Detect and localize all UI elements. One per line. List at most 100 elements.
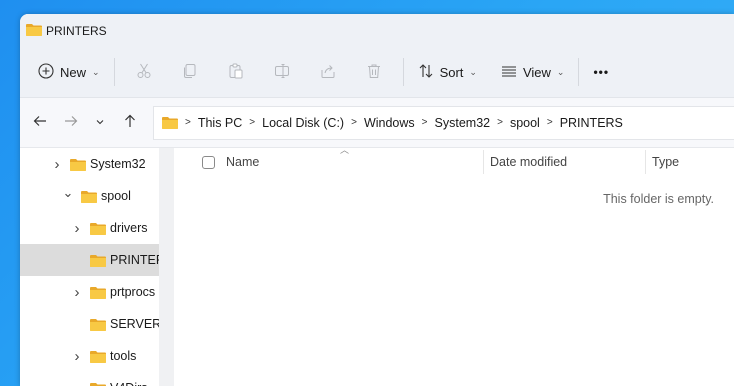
chevron-down-icon: ⌄ <box>556 66 565 77</box>
command-bar: New ⌄ Sort ⌄ View ⌄ ••• <box>20 47 734 98</box>
tree-item-spool[interactable]: ⌄ spool <box>20 180 174 212</box>
address-bar[interactable]: > This PC > Local Disk (C:) > Windows > … <box>153 105 734 140</box>
tree-item-system32[interactable]: › System32 <box>20 148 174 180</box>
navigation-pane: › System32 ⌄ spool › drivers PRINTERS › prtprocs… <box>20 148 174 386</box>
cut-icon <box>136 63 152 82</box>
forward-button[interactable] <box>55 108 86 138</box>
chevron-down-icon: ⌄ <box>92 66 100 77</box>
breadcrumb-windows[interactable]: Windows <box>364 116 415 130</box>
breadcrumb-spool[interactable]: spool <box>510 116 540 130</box>
tree-item-label: V4Dirs <box>110 381 148 386</box>
empty-folder-message: This folder is empty. <box>603 192 714 206</box>
sort-caret-icon: ︿ <box>340 145 350 155</box>
arrow-left-icon <box>33 114 47 131</box>
recent-locations-button[interactable] <box>86 108 114 138</box>
chevron-right-icon[interactable]: > <box>547 117 553 128</box>
breadcrumb-system32[interactable]: System32 <box>435 116 491 130</box>
breadcrumb-this-pc[interactable]: This PC <box>198 116 242 130</box>
tree-item-label: System32 <box>90 157 146 171</box>
chevron-right-icon[interactable]: › <box>50 156 64 173</box>
tree-item-label: prtprocs <box>110 285 156 299</box>
arrow-up-icon <box>123 114 137 131</box>
chevron-right-icon[interactable]: > <box>185 117 191 128</box>
folder-icon <box>90 222 106 235</box>
folder-icon <box>90 350 106 363</box>
column-header-date-modified[interactable]: Date modified <box>490 155 567 169</box>
new-button-label: New <box>60 64 87 80</box>
arrow-right-icon <box>64 114 78 131</box>
tree-item-drivers[interactable]: › drivers <box>20 212 174 244</box>
sort-icon <box>418 63 434 82</box>
chevron-right-icon[interactable]: > <box>351 117 357 128</box>
share-button[interactable] <box>305 55 351 89</box>
tree-item-label: spool <box>101 189 131 203</box>
navigation-scrollbar[interactable] <box>159 148 174 386</box>
copy-button[interactable] <box>167 55 213 89</box>
chevron-right-icon[interactable]: › <box>70 380 84 386</box>
chevron-right-icon[interactable]: › <box>70 220 84 237</box>
select-all-checkbox[interactable] <box>202 155 215 169</box>
view-button-label: View <box>522 64 551 80</box>
toolbar-divider <box>402 58 404 86</box>
up-button[interactable] <box>114 108 145 138</box>
folder-icon <box>162 116 178 129</box>
tree-item-printers[interactable]: PRINTERS <box>20 244 174 276</box>
column-header-type[interactable]: Type <box>652 155 679 169</box>
toolbar-divider <box>578 58 580 86</box>
column-header-row: ︿ Name Date modified Type <box>174 145 734 176</box>
copy-icon <box>182 63 198 82</box>
plus-circle-icon <box>38 62 54 82</box>
folder-icon <box>70 158 86 171</box>
chevron-down-icon <box>95 116 105 130</box>
column-divider[interactable] <box>645 150 646 174</box>
folder-icon <box>90 382 106 386</box>
content-area: › System32 ⌄ spool › drivers PRINTERS › prtprocs… <box>20 145 734 386</box>
tree-item-servers[interactable]: SERVERS <box>20 308 174 340</box>
more-icon: ••• <box>593 65 610 79</box>
column-name-label: Name <box>226 155 260 169</box>
share-icon <box>320 63 336 82</box>
delete-button[interactable] <box>351 55 397 89</box>
tree-item-tools[interactable]: › tools <box>20 340 174 372</box>
chevron-right-icon[interactable]: > <box>249 117 255 128</box>
chevron-down-icon[interactable]: ⌄ <box>61 185 75 201</box>
column-header-name[interactable]: Name <box>202 155 259 169</box>
sort-button[interactable]: Sort ⌄ <box>410 55 485 89</box>
paste-button[interactable] <box>213 55 259 89</box>
tree-item-prtprocs[interactable]: › prtprocs <box>20 276 174 308</box>
new-button[interactable]: New ⌄ <box>30 55 108 89</box>
column-divider[interactable] <box>483 150 484 174</box>
view-button[interactable]: View ⌄ <box>493 55 573 89</box>
file-explorer-window: PRINTERS New ⌄ Sort ⌄ View ⌄ ••• > This … <box>20 14 734 386</box>
file-list-pane: ︿ Name Date modified Type This folder is… <box>174 145 734 386</box>
view-list-icon <box>501 63 517 82</box>
rename-button[interactable] <box>259 55 305 89</box>
rename-icon <box>274 63 290 82</box>
breadcrumb-local-disk[interactable]: Local Disk (C:) <box>262 116 344 130</box>
more-options-button[interactable]: ••• <box>585 55 617 89</box>
tree-item-label: drivers <box>110 221 148 235</box>
sort-button-label: Sort <box>439 64 464 80</box>
delete-icon <box>366 63 382 82</box>
chevron-right-icon[interactable]: > <box>422 117 428 128</box>
back-button[interactable] <box>24 108 55 138</box>
navigation-row: > This PC > Local Disk (C:) > Windows > … <box>20 98 734 148</box>
title-bar: PRINTERS <box>20 14 734 47</box>
folder-icon <box>90 318 106 331</box>
cut-button[interactable] <box>121 55 167 89</box>
toolbar-divider <box>113 58 115 86</box>
paste-icon <box>228 63 244 82</box>
chevron-right-icon[interactable]: › <box>70 284 84 301</box>
folder-icon <box>90 254 106 267</box>
folder-icon <box>90 286 106 299</box>
folder-icon <box>26 23 42 39</box>
tree-item-label: tools <box>110 349 137 363</box>
chevron-right-icon[interactable]: > <box>497 117 503 128</box>
chevron-down-icon: ⌄ <box>469 66 477 77</box>
folder-tree: › System32 ⌄ spool › drivers PRINTERS › prtprocs… <box>20 148 174 386</box>
breadcrumb-printers[interactable]: PRINTERS <box>560 116 623 130</box>
folder-icon <box>81 190 97 203</box>
tree-item-v4dirs[interactable]: › V4Dirs <box>20 372 174 386</box>
chevron-right-icon[interactable]: › <box>70 348 84 365</box>
window-title: PRINTERS <box>46 23 107 38</box>
